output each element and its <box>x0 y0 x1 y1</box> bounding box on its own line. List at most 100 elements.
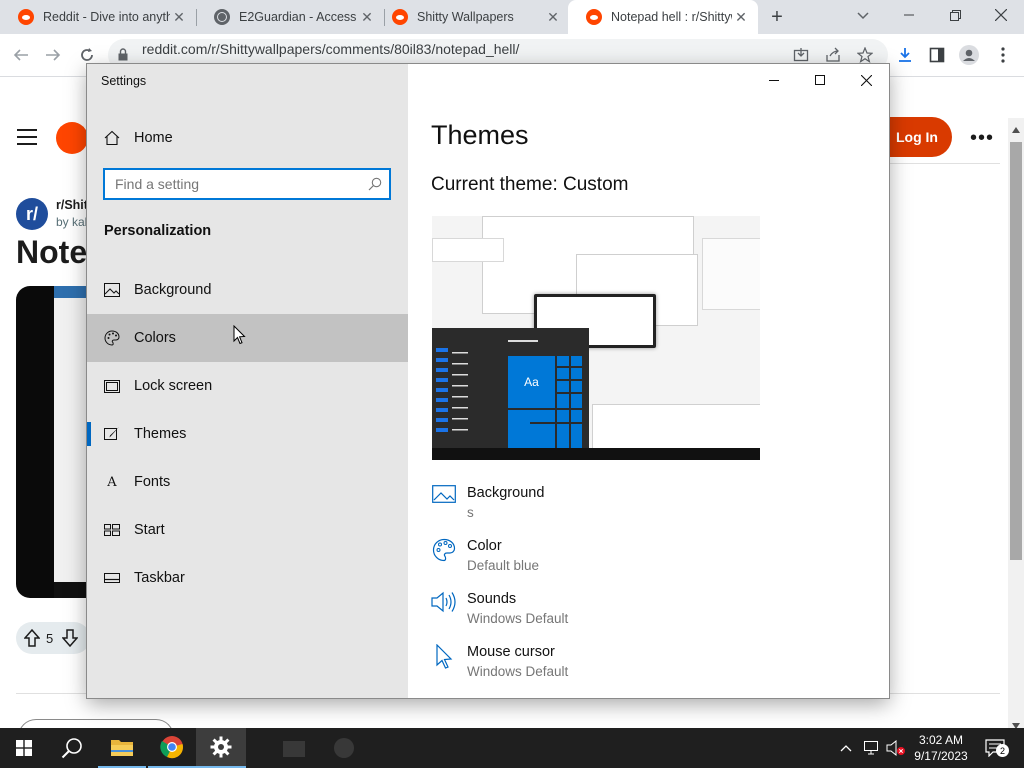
property-title: Color <box>467 538 502 554</box>
search-icon[interactable] <box>48 728 96 768</box>
side-panel-icon[interactable] <box>924 42 950 68</box>
windows-start-icon[interactable] <box>0 728 48 768</box>
file-explorer-icon[interactable] <box>98 728 146 768</box>
nav-item-label: Colors <box>134 330 176 346</box>
profile-avatar-icon[interactable] <box>956 42 982 68</box>
browser-tab[interactable]: Shitty Wallpapers ✕ <box>374 0 570 34</box>
home-icon <box>104 130 120 146</box>
network-icon[interactable] <box>860 728 882 768</box>
clock-time: 3:02 AM <box>918 733 964 747</box>
faded-app-icon[interactable] <box>322 728 366 768</box>
show-hidden-icons-icon[interactable] <box>836 728 856 768</box>
action-center-icon[interactable]: 2 <box>980 728 1010 768</box>
nav-start[interactable]: Start <box>87 506 408 554</box>
picture-icon <box>430 485 458 513</box>
theme-property-mouse-cursor[interactable]: Mouse cursor Windows Default <box>430 644 568 679</box>
tab-title: E2Guardian - Access Denied <box>239 10 358 24</box>
settings-minimize-button[interactable] <box>751 64 797 96</box>
back-arrow-icon[interactable] <box>8 42 34 68</box>
nav-home[interactable]: Home <box>87 114 408 162</box>
subreddit-avatar[interactable]: r/ <box>16 198 48 230</box>
downvote-arrow-icon[interactable] <box>61 629 79 650</box>
theme-property-background[interactable]: Background s <box>430 485 544 520</box>
property-value: s <box>467 505 474 520</box>
theme-property-sounds[interactable]: Sounds Windows Default <box>430 591 568 626</box>
tab-title: Reddit - Dive into anything <box>43 10 170 24</box>
close-tab-icon[interactable]: ✕ <box>732 9 750 26</box>
settings-nav-pane: Settings Home Find a setting Personaliza… <box>87 64 408 698</box>
more-options-icon[interactable]: ••• <box>970 127 994 150</box>
post-image[interactable] <box>16 286 88 598</box>
page-title: Themes <box>431 120 529 150</box>
header-divider <box>888 163 1000 164</box>
vote-count: 5 <box>46 631 54 646</box>
post-author[interactable]: by kal <box>56 215 87 229</box>
subreddit-name[interactable]: r/Shit <box>56 198 88 212</box>
reddit-icon <box>18 9 34 25</box>
chrome-menu-icon[interactable] <box>990 42 1016 68</box>
speaker-icon <box>430 591 458 619</box>
brush-icon <box>104 426 120 442</box>
tab-title: Notepad hell : r/Shittywallpapers <box>611 10 732 24</box>
nav-fonts[interactable]: A Fonts <box>87 458 408 506</box>
settings-gear-icon[interactable] <box>196 728 246 768</box>
nav-item-label: Lock screen <box>134 378 213 394</box>
nav-themes[interactable]: Themes <box>87 410 408 458</box>
lock-icon[interactable] <box>118 48 128 64</box>
start-icon <box>104 522 120 538</box>
chrome-icon[interactable] <box>148 728 196 768</box>
browser-tab-active[interactable]: Notepad hell : r/Shittywallpapers ✕ <box>568 0 758 34</box>
find-setting-input[interactable]: Find a setting <box>103 168 391 200</box>
clock-date: 9/17/2023 <box>914 749 968 763</box>
close-tab-icon[interactable]: ✕ <box>544 9 562 26</box>
settings-close-button[interactable] <box>843 64 889 96</box>
downloads-icon[interactable] <box>892 42 918 68</box>
mouse-pointer-icon <box>233 324 247 348</box>
cursor-icon <box>430 644 458 672</box>
scrollbar-thumb[interactable] <box>1010 142 1022 560</box>
notification-count: 2 <box>996 744 1009 757</box>
theme-preview: Aa <box>432 216 760 460</box>
login-label: Log In <box>896 129 938 145</box>
nav-item-label: Taskbar <box>134 570 185 586</box>
post-title: Note <box>16 234 88 270</box>
property-value: Windows Default <box>467 611 569 626</box>
theme-property-color[interactable]: Color Default blue <box>430 538 539 573</box>
restore-window-button[interactable] <box>932 0 978 30</box>
settings-maximize-button[interactable] <box>797 64 843 96</box>
volume-muted-icon[interactable] <box>884 728 908 768</box>
login-button[interactable]: Log In <box>888 117 952 157</box>
close-window-button[interactable] <box>978 0 1024 30</box>
minimize-window-button[interactable] <box>886 0 932 30</box>
clock[interactable]: 3:02 AM 9/17/2023 <box>910 732 972 764</box>
search-icon[interactable] <box>368 177 382 194</box>
tab-search-icon[interactable] <box>852 6 874 26</box>
browser-tab[interactable]: Reddit - Dive into anything ✕ <box>0 0 196 34</box>
nav-taskbar[interactable]: Taskbar <box>87 554 408 602</box>
forward-arrow-icon[interactable] <box>40 42 66 68</box>
nav-lock-screen[interactable]: Lock screen <box>87 362 408 410</box>
scroll-up-arrow-icon[interactable] <box>1012 120 1020 136</box>
property-title: Background <box>467 485 545 501</box>
browser-tab[interactable]: E2Guardian - Access Denied ✕ <box>196 0 384 34</box>
property-title: Mouse cursor <box>467 644 555 660</box>
nav-item-label: Start <box>134 522 165 538</box>
url-text[interactable]: reddit.com/r/Shittywallpapers/comments/8… <box>142 41 519 57</box>
nav-item-label: Fonts <box>134 474 171 490</box>
reddit-icon <box>586 9 602 25</box>
property-value: Default blue <box>467 558 540 573</box>
hamburger-menu-icon[interactable] <box>16 128 38 149</box>
settings-content-pane: Themes Current theme: Custom Aa Backgrou… <box>408 64 889 698</box>
faded-app-icon[interactable] <box>272 728 316 768</box>
browser-tab-strip: Reddit - Dive into anything ✕ E2Guardian… <box>0 0 1024 34</box>
nav-background[interactable]: Background <box>87 266 408 314</box>
close-tab-icon[interactable]: ✕ <box>170 9 188 26</box>
section-heading: Personalization <box>104 223 212 239</box>
nav-colors[interactable]: Colors <box>87 314 408 362</box>
reddit-logo-icon[interactable] <box>56 122 88 154</box>
taskbar-icon <box>104 570 120 586</box>
property-title: Sounds <box>467 591 517 607</box>
new-tab-button[interactable]: + <box>766 6 788 28</box>
globe-icon <box>214 9 230 25</box>
upvote-arrow-icon[interactable] <box>23 628 41 650</box>
